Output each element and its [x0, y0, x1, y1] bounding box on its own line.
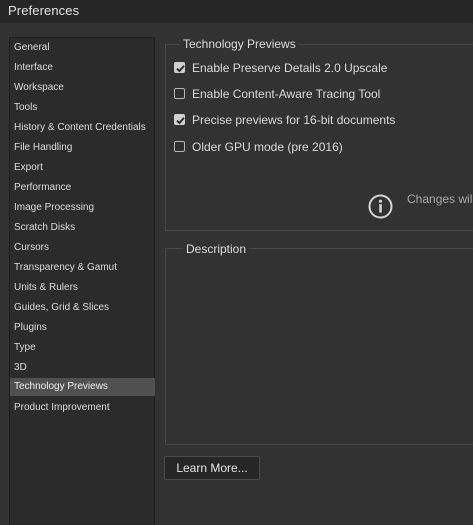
sidebar-item-image-processing[interactable]: Image Processing	[10, 199, 155, 217]
sidebar-item-performance[interactable]: Performance	[10, 179, 155, 197]
sidebar-item-technology-previews[interactable]: Technology Previews	[10, 378, 155, 396]
checkbox-preserve-details-upscale[interactable]	[174, 62, 185, 73]
option-label: Older GPU mode (pre 2016)	[192, 140, 343, 154]
sidebar-item-product-improvement[interactable]: Product Improvement	[10, 399, 155, 417]
sidebar-item-plugins[interactable]: Plugins	[10, 319, 155, 337]
description-group	[165, 248, 473, 445]
sidebar-item-tools[interactable]: Tools	[10, 99, 155, 117]
restart-notice-text: Changes wil	[407, 192, 473, 206]
sidebar-item-general[interactable]: General	[10, 39, 155, 57]
sidebar-item-file-handling[interactable]: File Handling	[10, 139, 155, 157]
title-bar: Preferences	[0, 0, 473, 23]
option-label: Enable Preserve Details 2.0 Upscale	[192, 61, 388, 75]
learn-more-button[interactable]: Learn More...	[164, 456, 260, 480]
checkbox-older-gpu-mode[interactable]	[174, 141, 185, 152]
description-heading: Description	[183, 242, 250, 256]
option-label: Enable Content-Aware Tracing Tool	[192, 87, 381, 101]
sidebar-item-type[interactable]: Type	[10, 339, 155, 357]
window-title: Preferences	[8, 3, 80, 18]
info-circle-icon	[368, 194, 393, 219]
sidebar-item-interface[interactable]: Interface	[10, 59, 155, 77]
sidebar-item-scratch-disks[interactable]: Scratch Disks	[10, 219, 155, 237]
sidebar-item-units-rulers[interactable]: Units & Rulers	[10, 279, 155, 297]
option-label: Precise previews for 16-bit documents	[192, 113, 396, 127]
sidebar-item-history-content-credentials[interactable]: History & Content Credentials	[10, 119, 155, 137]
checkbox-precise-previews-16bit[interactable]	[174, 114, 185, 125]
sidebar-item-cursors[interactable]: Cursors	[10, 239, 155, 257]
sidebar-item-workspace[interactable]: Workspace	[10, 79, 155, 97]
preferences-category-list[interactable]: General Interface Workspace Tools Histor…	[9, 37, 155, 525]
checkbox-content-aware-tracing[interactable]	[174, 88, 185, 99]
sidebar-item-guides-grid-slices[interactable]: Guides, Grid & Slices	[10, 299, 155, 317]
sidebar-item-3d[interactable]: 3D	[10, 359, 155, 377]
technology-previews-heading: Technology Previews	[180, 37, 299, 51]
sidebar-item-export[interactable]: Export	[10, 159, 155, 177]
sidebar-item-transparency-gamut[interactable]: Transparency & Gamut	[10, 259, 155, 277]
